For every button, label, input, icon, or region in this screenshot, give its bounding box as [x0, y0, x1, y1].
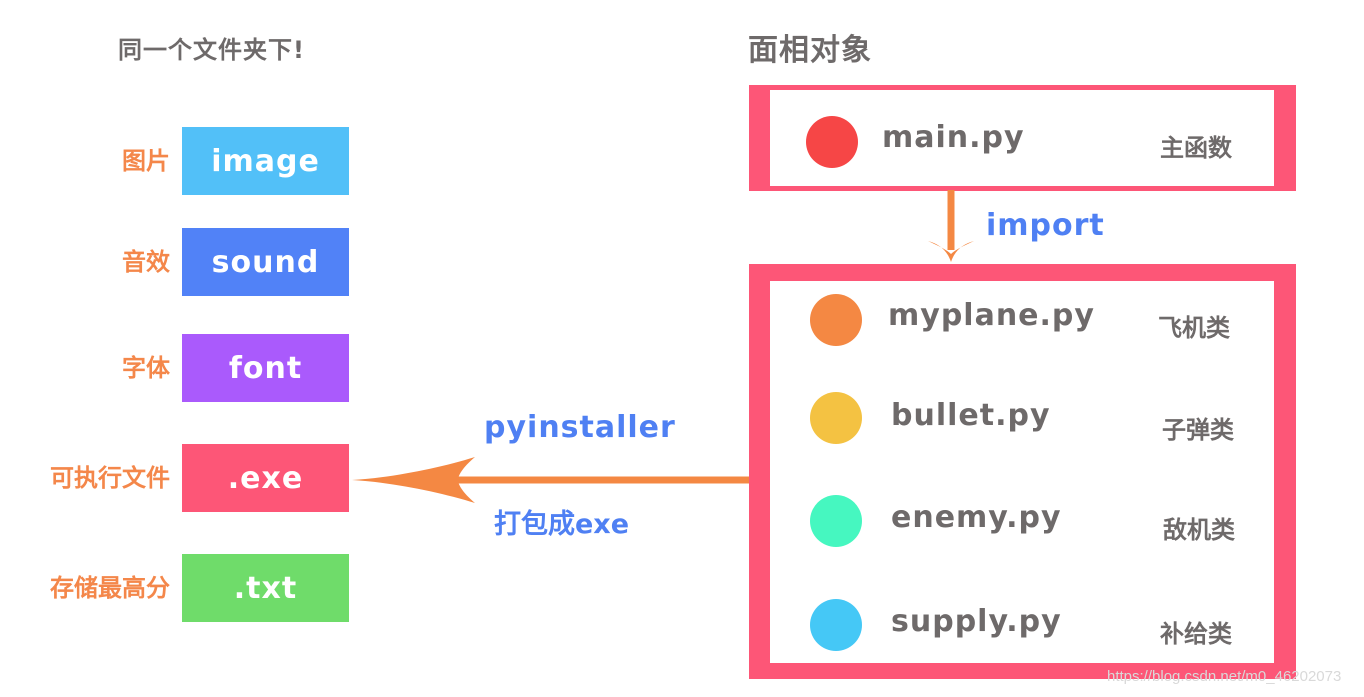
tile-font: font [182, 334, 349, 402]
main-dot-icon [806, 116, 858, 168]
watermark: https://blog.csdn.net/m0_46202073 [1107, 668, 1342, 685]
bullet-file: bullet.py [891, 398, 1051, 433]
left-title: 同一个文件夹下! [118, 36, 305, 64]
label-font: 字体 [122, 354, 170, 382]
myplane-desc: 飞机类 [1158, 314, 1230, 342]
right-title: 面相对象 [748, 33, 872, 68]
label-txt: 存储最高分 [50, 574, 170, 602]
label-sound: 音效 [122, 248, 170, 276]
bullet-desc: 子弹类 [1162, 416, 1234, 444]
package-exe-label: 打包成exe [494, 509, 630, 540]
label-exe: 可执行文件 [50, 464, 170, 492]
arrow-head-left [352, 457, 475, 503]
label-image: 图片 [122, 147, 170, 175]
main-desc: 主函数 [1160, 134, 1232, 162]
supply-desc: 补给类 [1160, 620, 1232, 648]
bullet-dot-icon [810, 392, 862, 444]
enemy-desc: 敌机类 [1163, 516, 1235, 544]
main-file: main.py [882, 120, 1025, 155]
import-arrow [928, 190, 974, 262]
enemy-dot-icon [810, 495, 862, 547]
import-label: import [986, 208, 1105, 243]
tile-txt: .txt [182, 554, 349, 622]
pyinstaller-arrow [352, 457, 752, 503]
myplane-file: myplane.py [888, 298, 1095, 333]
supply-dot-icon [810, 599, 862, 651]
tile-exe: .exe [182, 444, 349, 512]
myplane-dot-icon [810, 294, 862, 346]
tile-image: image [182, 127, 349, 195]
enemy-file: enemy.py [891, 500, 1062, 535]
tile-sound: sound [182, 228, 349, 296]
pyinstaller-label: pyinstaller [484, 410, 676, 445]
supply-file: supply.py [891, 604, 1062, 639]
